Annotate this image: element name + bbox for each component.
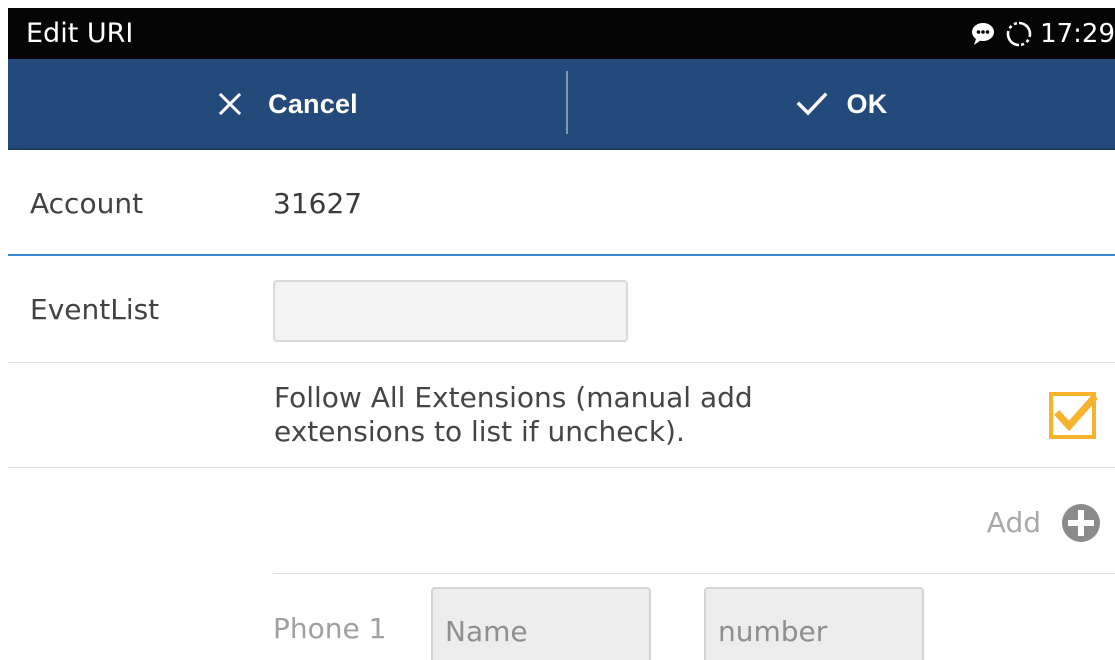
checkmark-icon xyxy=(795,90,828,118)
phone-name-input[interactable] xyxy=(431,587,651,660)
add-extension-button[interactable]: Add xyxy=(987,500,1103,546)
status-bar-title: Edit URI xyxy=(26,18,134,49)
account-label: Account xyxy=(30,187,144,220)
plus-circle-icon xyxy=(1059,501,1103,545)
chat-bubble-icon xyxy=(968,19,998,49)
status-bar-indicators: 17:29 xyxy=(968,18,1115,50)
ok-button[interactable]: OK xyxy=(567,59,1115,148)
eventlist-input[interactable] xyxy=(273,280,628,342)
edit-uri-screen: Edit URI 17:29 Cancel OK Account 31627 E… xyxy=(0,0,1115,660)
cancel-label: Cancel xyxy=(268,88,358,119)
status-bar: Edit URI 17:29 xyxy=(8,8,1115,59)
sync-status-icon xyxy=(1004,19,1034,49)
action-bar: Cancel OK xyxy=(8,59,1115,150)
add-extension-row: Add xyxy=(273,468,1115,574)
ok-label: OK xyxy=(846,88,888,119)
cancel-button[interactable]: Cancel xyxy=(8,59,566,148)
account-value: 31627 xyxy=(273,187,363,220)
phone-number-input[interactable] xyxy=(704,587,924,660)
checkbox-checked-icon xyxy=(1049,392,1098,439)
follow-all-extensions-label: Follow All Extensions (manual add extens… xyxy=(274,381,753,448)
account-row: Account 31627 xyxy=(8,150,1115,256)
follow-all-extensions-checkbox[interactable] xyxy=(1045,388,1103,446)
eventlist-row: EventList xyxy=(8,256,1115,363)
follow-all-extensions-row[interactable]: Follow All Extensions (manual add extens… xyxy=(8,364,1115,468)
status-time: 17:29 xyxy=(1040,19,1115,49)
add-label: Add xyxy=(986,506,1041,539)
eventlist-label: EventList xyxy=(30,293,160,326)
close-icon xyxy=(216,90,244,118)
phone-row: Phone 1 xyxy=(273,575,1115,660)
phone-label: Phone 1 xyxy=(273,612,387,645)
